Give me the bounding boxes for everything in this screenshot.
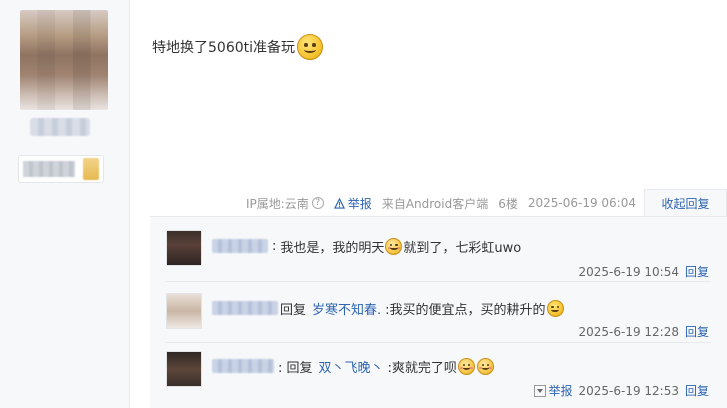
reply-time: 2025-6-19 12:53 bbox=[578, 383, 679, 398]
reply-text: : 我也是，我的明天 就到了，七彩虹uwo bbox=[272, 238, 522, 256]
reply-divider bbox=[166, 342, 711, 343]
reply-meta: 举报 2025-6-19 12:53 回复 bbox=[534, 382, 709, 399]
author-avatar[interactable] bbox=[20, 10, 108, 110]
blush-emoji-icon bbox=[385, 238, 403, 255]
reply-text: 回复 岁寒不知春. :我买的便宜点，买的耕升的 bbox=[280, 299, 565, 318]
reply-avatar[interactable] bbox=[166, 230, 202, 266]
reply-button[interactable]: 回复 bbox=[685, 382, 709, 399]
help-icon[interactable]: ? bbox=[311, 197, 324, 209]
post-meta-bar: IP属地:云南 ? 举报 来自Android客户端 6楼 2025-06-19 … bbox=[152, 193, 642, 213]
report-button[interactable]: 举报 bbox=[333, 195, 372, 212]
report-button[interactable]: 举报 bbox=[534, 382, 572, 399]
post-source: 来自Android客户端 bbox=[381, 196, 489, 211]
author-name-blurred[interactable] bbox=[30, 118, 90, 136]
reply-text: : 回复 双丶飞晚丶 :爽就完了呗 bbox=[278, 357, 495, 376]
smiley-emoji-icon bbox=[546, 300, 564, 317]
reply-divider bbox=[166, 281, 711, 282]
reply-button[interactable]: 回复 bbox=[685, 263, 709, 280]
reply-avatar[interactable] bbox=[166, 293, 202, 329]
post-content: 特地换了5060ti准备玩 bbox=[152, 34, 324, 60]
reply-avatar[interactable] bbox=[166, 351, 202, 387]
blush-emoji-icon bbox=[476, 358, 494, 375]
author-sidebar bbox=[0, 0, 130, 408]
post-text: 特地换了5060ti准备玩 bbox=[152, 40, 296, 56]
smiley-emoji-icon bbox=[297, 34, 324, 60]
reply-target-link[interactable]: 岁寒不知春. bbox=[312, 299, 381, 318]
reply-username-blurred[interactable] bbox=[212, 301, 278, 315]
reply-time: 2025-6-19 12:28 bbox=[578, 324, 679, 339]
reply-username-blurred[interactable] bbox=[212, 359, 274, 373]
blush-emoji-icon bbox=[457, 358, 475, 375]
dropdown-icon bbox=[534, 384, 547, 397]
reply-meta: 2025-6-19 12:28 回复 bbox=[578, 323, 709, 340]
reply-time: 2025-6-19 10:54 bbox=[578, 264, 679, 279]
warning-icon bbox=[333, 197, 345, 209]
reply-target-link[interactable]: 双丶飞晚丶 bbox=[319, 357, 384, 376]
floor-number: 6楼 bbox=[498, 196, 518, 211]
reply-button[interactable]: 回复 bbox=[685, 323, 709, 340]
author-badge-blurred bbox=[18, 155, 104, 183]
reply-username-blurred[interactable] bbox=[212, 239, 268, 253]
reply-meta: 2025-6-19 10:54 回复 bbox=[578, 263, 709, 280]
ip-location: IP属地:云南 ? bbox=[246, 195, 324, 212]
collapse-replies-button[interactable]: 收起回复 bbox=[644, 189, 727, 217]
reply-panel: : 我也是，我的明天 就到了，七彩虹uwo 2025-6-19 10:54 回复… bbox=[150, 216, 727, 408]
post-timestamp: 2025-06-19 06:04 bbox=[527, 196, 636, 210]
